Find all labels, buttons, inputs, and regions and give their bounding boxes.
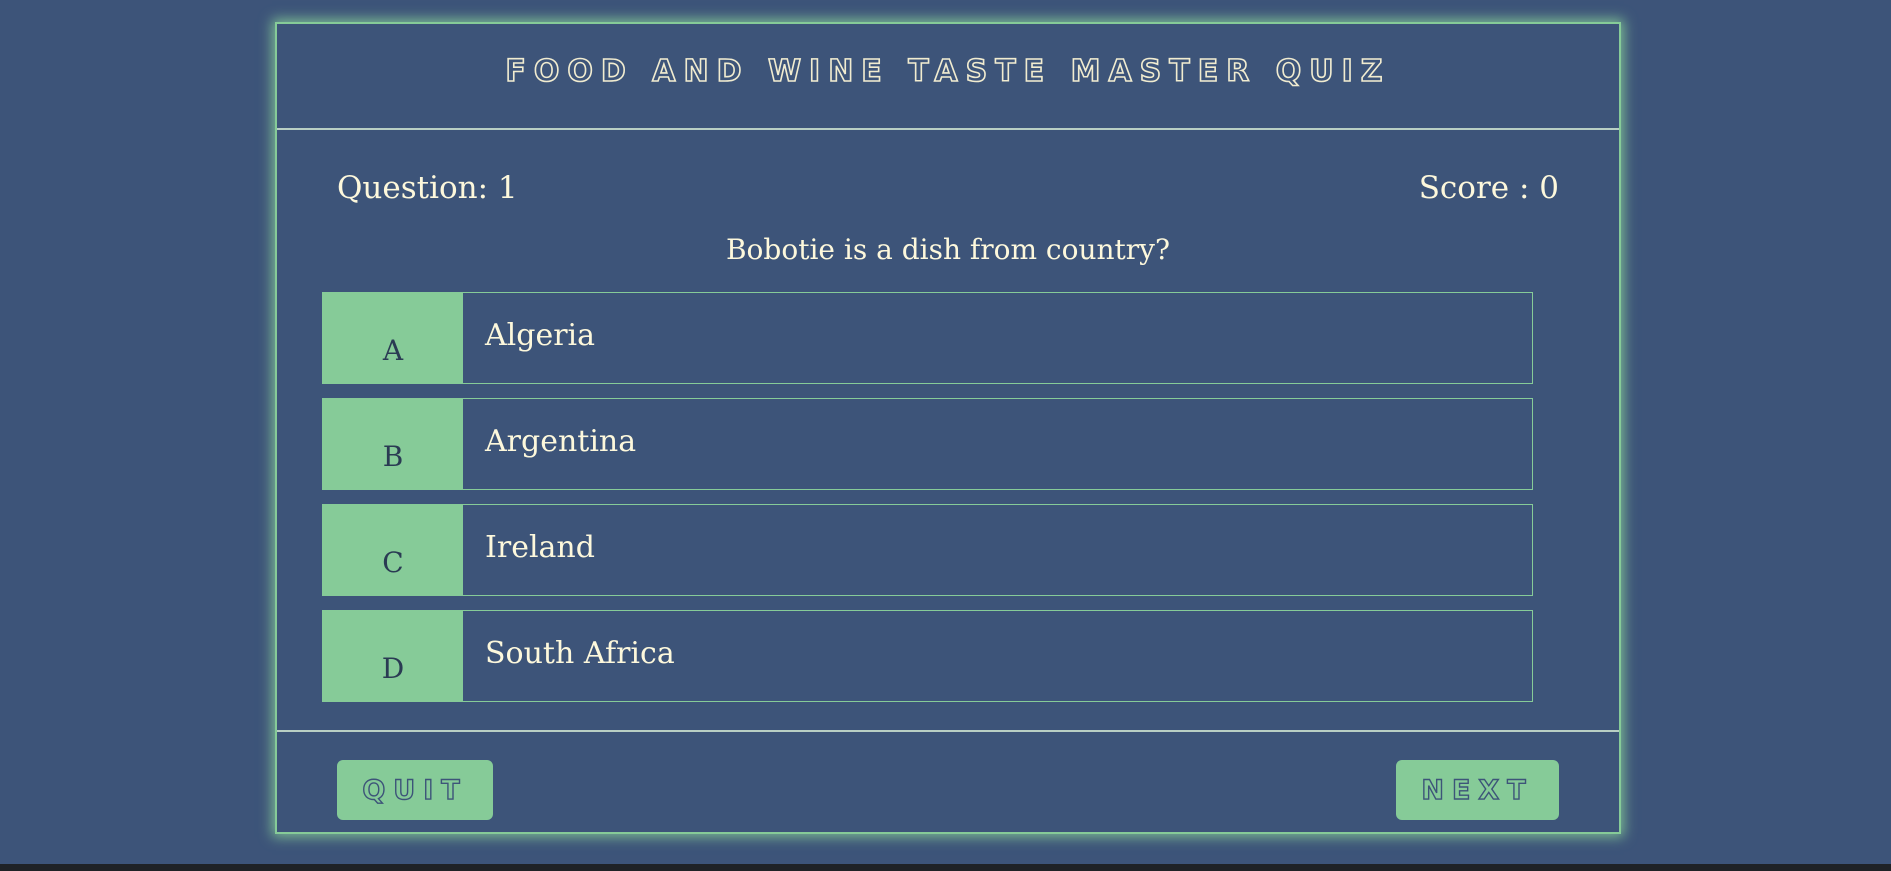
answer-option-c[interactable]: C Ireland <box>322 504 1533 596</box>
answer-letter: A <box>323 293 463 383</box>
answer-option-a[interactable]: A Algeria <box>322 292 1533 384</box>
answer-text: South Africa <box>485 635 675 671</box>
answer-text: Argentina <box>485 423 637 459</box>
quiz-container: Food and Wine Taste Master Quiz Question… <box>275 22 1621 834</box>
quit-button[interactable]: Quit <box>337 760 493 820</box>
question-counter: Question: 1 <box>337 170 518 206</box>
taskbar <box>0 864 1891 871</box>
answer-text: Algeria <box>485 317 596 353</box>
answer-letter: C <box>323 505 463 595</box>
answer-option-d[interactable]: D South Africa <box>322 610 1533 702</box>
score-display: Score : 0 <box>1418 170 1559 206</box>
answer-list: A Algeria B Argentina C Ireland D South … <box>322 292 1533 716</box>
answer-letter: B <box>323 399 463 489</box>
quiz-header: Food and Wine Taste Master Quiz <box>277 24 1619 130</box>
quiz-footer: Quit Next <box>277 732 1619 832</box>
quiz-title: Food and Wine Taste Master Quiz <box>505 53 1391 90</box>
quiz-body: Question: 1 Score : 0 Bobotie is a dish … <box>277 130 1619 732</box>
answer-letter: D <box>323 611 463 701</box>
next-button[interactable]: Next <box>1396 760 1559 820</box>
question-text: Bobotie is a dish from country? <box>725 233 1171 266</box>
answer-text: Ireland <box>485 529 595 565</box>
answer-option-b[interactable]: B Argentina <box>322 398 1533 490</box>
